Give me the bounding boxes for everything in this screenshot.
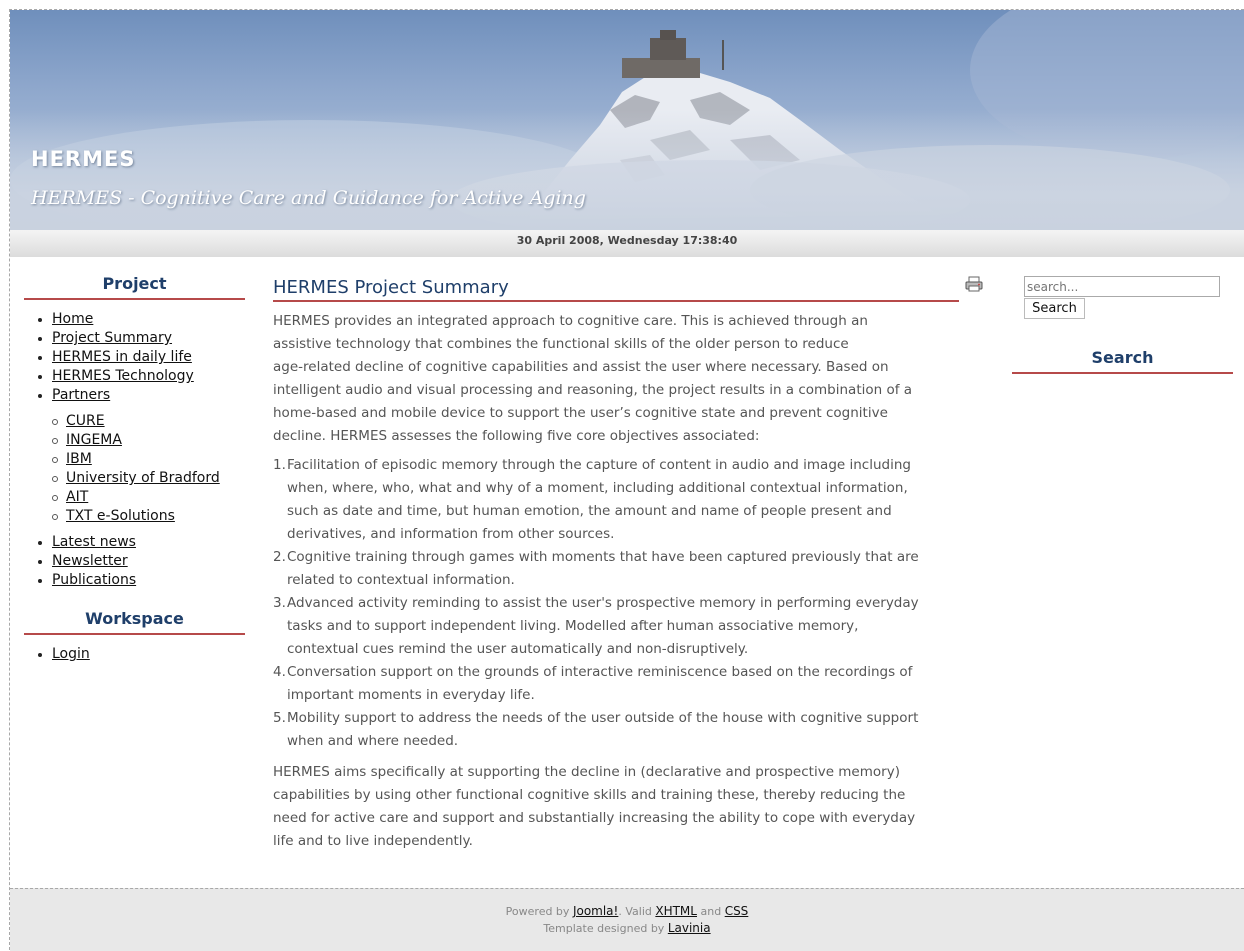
site-title: HERMES [31,147,136,171]
closing-line: capabilities by using other functional c… [273,787,906,803]
printer-icon[interactable] [965,276,983,292]
project-summary-link[interactable]: Project Summary [52,330,172,346]
intro-line: home-based and mobile device to support … [273,405,888,421]
intro-paragraph: HERMES provides an integrated approach t… [273,310,973,448]
publications-link[interactable]: Publications [52,572,136,588]
objective-line: tasks and to support independent living.… [287,618,859,634]
partners-link[interactable]: Partners [52,387,110,403]
partner-item: TXT e-Solutions [52,507,245,526]
closing-line: life and to live independently. [273,833,473,849]
latest-news-link[interactable]: Latest news [52,534,136,550]
lavinia-link[interactable]: Lavinia [668,921,711,935]
search-module-title: Search [1012,348,1233,374]
partner-link-ibm[interactable]: IBM [66,451,92,467]
partner-link-cure[interactable]: CURE [66,413,105,429]
footer-powered-line: Powered by Joomla!. Valid XHTML and CSS [10,903,1244,920]
article-title: HERMES Project Summary [273,276,959,302]
footer: Powered by Joomla!. Valid XHTML and CSS … [10,888,1244,951]
menu-item-technology: HERMES Technology [38,367,245,386]
objective-line: related to contextual information. [287,572,515,588]
menu-item-newsletter: Newsletter [38,552,245,571]
objective-number: 1. [273,457,286,473]
objective-line: contextual cues remind the user automati… [287,641,749,657]
project-menu-continued: Latest news Newsletter Publications [24,533,245,590]
objectives-list: 1. Facilitation of episodic memory throu… [273,454,985,753]
objective-line: when, where, who, what and why of a mome… [287,480,908,496]
menu-item-project-summary: Project Summary [38,329,245,348]
objective-line: Conversation support on the grounds of i… [287,664,913,680]
closing-paragraph: HERMES aims specifically at supporting t… [273,761,973,853]
partner-item: CURE [52,412,245,431]
objective-line: when and where needed. [287,733,459,749]
intro-line: decline. HERMES assesses the following f… [273,428,760,444]
powered-by-text: Powered by [505,905,570,918]
partner-link-ait[interactable]: AIT [66,489,88,505]
partner-link-bradford[interactable]: University of Bradford [66,470,220,486]
intro-line: HERMES provides an integrated approach t… [273,313,868,329]
template-by-text: Template designed by [543,922,665,935]
objective-item: 3. Advanced activity reminding to assist… [273,592,985,661]
technology-link[interactable]: HERMES Technology [52,368,194,384]
objective-item: 4. Conversation support on the grounds o… [273,661,985,707]
workspace-menu: Login [24,645,245,664]
objective-item: 5. Mobility support to address the needs… [273,707,985,753]
objective-number: 5. [273,710,286,726]
date-bar: 30 April 2008, Wednesday 17:38:40 [10,230,1244,257]
daily-life-link[interactable]: HERMES in daily life [52,349,192,365]
valid-text: . Valid [618,905,652,918]
objective-line: important moments in everyday life. [287,687,535,703]
objective-line: derivatives, and information from other … [287,526,615,542]
newsletter-link[interactable]: Newsletter [52,553,128,569]
partner-link-ingema[interactable]: INGEMA [66,432,122,448]
workspace-module-title: Workspace [24,609,245,635]
footer-template-line: Template designed by Lavinia [10,920,1244,937]
objective-number: 2. [273,549,286,565]
objective-line: Mobility support to address the needs of… [287,710,919,726]
objective-line: Advanced activity reminding to assist th… [287,595,919,611]
objective-number: 4. [273,664,286,680]
joomla-link[interactable]: Joomla! [573,904,618,918]
menu-item-latest-news: Latest news [38,533,245,552]
xhtml-link[interactable]: XHTML [655,904,697,918]
partner-item: AIT [52,488,245,507]
partners-submenu: CURE INGEMA IBM University of Bradford A… [24,412,245,526]
partner-item: INGEMA [52,431,245,450]
objective-line: Cognitive training through games with mo… [287,549,919,565]
site-subtitle: HERMES - Cognitive Care and Guidance for… [31,187,586,209]
objective-line: Facilitation of episodic memory through … [287,457,911,473]
fog-overlay [10,110,1244,230]
partner-item: IBM [52,450,245,469]
project-menu: Home Project Summary HERMES in daily lif… [24,310,245,405]
objective-number: 3. [273,595,286,611]
menu-item-publications: Publications [38,571,245,590]
intro-line: intelligent audio and visual processing … [273,382,913,398]
main-content: HERMES Project Summary HERMES provides a… [273,276,985,853]
partner-item: University of Bradford [52,469,245,488]
objective-item: 1. Facilitation of episodic memory throu… [273,454,985,546]
menu-item-login: Login [38,645,245,664]
page: HERMES HERMES - Cognitive Care and Guida… [9,9,1244,951]
login-link[interactable]: Login [52,646,90,662]
objective-item: 2. Cognitive training through games with… [273,546,985,592]
menu-item-daily-life: HERMES in daily life [38,348,245,367]
closing-line: need for active care and support and sub… [273,810,916,826]
objective-line: such as date and time, but human emotion… [287,503,892,519]
menu-item-home: Home [38,310,245,329]
project-module-title: Project [24,274,245,300]
partner-link-txt[interactable]: TXT e-Solutions [66,508,175,524]
and-text: and [700,905,722,918]
menu-item-partners: Partners [38,386,245,405]
intro-line: age-related decline of cognitive capabil… [273,359,889,375]
header-banner: HERMES HERMES - Cognitive Care and Guida… [10,10,1244,230]
css-link[interactable]: CSS [725,904,749,918]
search-button[interactable]: Search [1024,298,1085,319]
home-link[interactable]: Home [52,311,93,327]
search-input[interactable] [1024,276,1220,297]
left-sidebar: Project Home Project Summary HERMES in d… [24,274,245,664]
intro-line: assistive technology that combines the f… [273,336,849,352]
closing-line: HERMES aims specifically at supporting t… [273,764,900,780]
